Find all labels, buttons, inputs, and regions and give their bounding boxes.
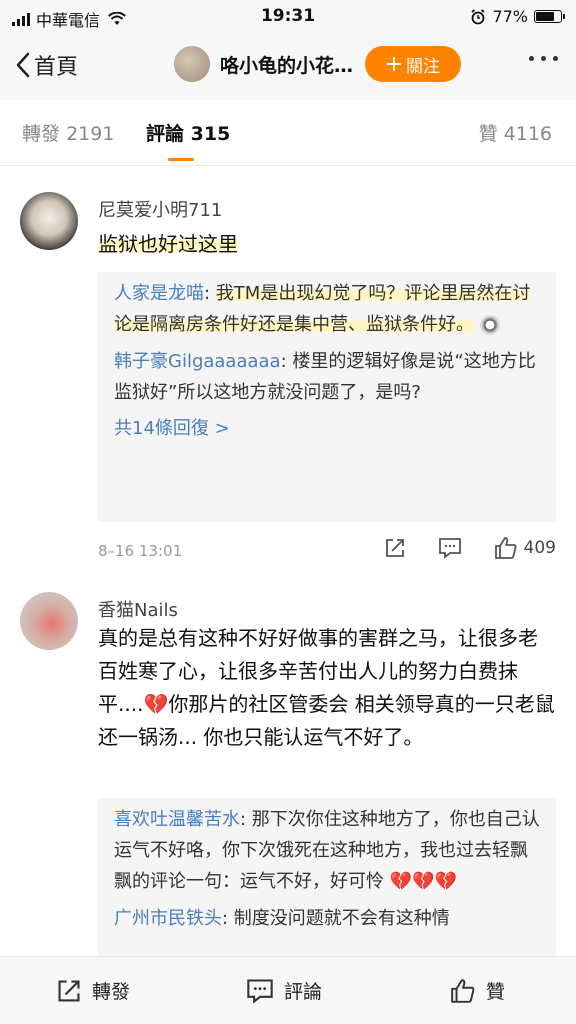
comment-item: 尼莫爱小明711 监狱也好过这里 人家是龙喵: 我TM是出现幻觉了吗？评论里居然…: [0, 166, 576, 580]
tab-comments[interactable]: 評論 315: [146, 119, 230, 146]
like-count: 409: [523, 538, 556, 558]
dot-icon: [529, 56, 534, 61]
broken-heart-icon: 💔: [143, 692, 169, 716]
reply-item: 人家是龙喵: 我TM是出现幻觉了吗？评论里居然在讨论是隔离房条件好还是集中营、监…: [114, 283, 531, 335]
chevron-left-icon: [16, 52, 30, 78]
repost-comment-button[interactable]: [384, 537, 406, 559]
comment-text: 真的是总有这种不好好做事的害群之马，让很多老百姓寒了心，让很多辛苦付出人儿的努力…: [98, 622, 556, 754]
tab-label: 評論: [146, 123, 185, 145]
comment-time: 8–16 13:01: [98, 542, 183, 560]
tab-count: 315: [190, 123, 231, 145]
more-replies-link[interactable]: 共14條回復 >: [114, 414, 540, 444]
reply-text: 制度没问题就不会有这种情: [233, 908, 450, 929]
reply-item: 韩子豪Gilgaaaaaaa: 楼里的逻辑好像是说“这地方比监狱好”所以这地方就…: [114, 351, 536, 403]
dot-icon: [541, 56, 546, 61]
repost-label: 轉發: [92, 981, 131, 1003]
tab-label: 贊: [478, 123, 498, 145]
nav-center: 咯小龟的小花… 關注: [174, 46, 462, 82]
reply-item: 广州市民铁头: 制度没问题就不会有这种情: [114, 908, 450, 929]
thumbs-up-icon: [494, 537, 517, 559]
repost-button[interactable]: 轉發: [56, 977, 130, 1004]
nav-bar: 首頁 咯小龟的小花… 關注: [0, 34, 576, 100]
comment-icon: [438, 538, 461, 559]
follow-button[interactable]: 關注: [365, 46, 462, 82]
battery-icon: [534, 10, 565, 23]
reply-username[interactable]: 韩子豪Gilgaaaaaaa: [114, 351, 281, 372]
reply-username[interactable]: 喜欢吐温馨苦水: [114, 809, 240, 830]
reply-box[interactable]: 人家是龙喵: 我TM是出现幻觉了吗？评论里居然在讨论是隔离房条件好还是集中营、监…: [98, 272, 556, 522]
comment-icon: [247, 978, 273, 1004]
status-bar: 中華電信 19:31 77%: [0, 0, 576, 34]
like-comment-button[interactable]: 409: [494, 536, 556, 560]
like-label: 贊: [486, 981, 506, 1003]
reply-comment-button[interactable]: [438, 537, 462, 559]
share-icon: [385, 539, 404, 557]
comment-username[interactable]: 香猫Nails: [98, 596, 178, 622]
avatar[interactable]: [20, 192, 78, 250]
avatar[interactable]: [20, 592, 78, 650]
tab-likes[interactable]: 贊 4116: [479, 119, 552, 146]
broken-heart-icon: 💔💔💔: [389, 871, 457, 892]
comment-actions: 409: [352, 536, 556, 560]
like-button[interactable]: 贊: [450, 977, 505, 1004]
comment-text-content: 监狱也好过这里: [98, 232, 238, 256]
comment-text: 监狱也好过这里: [98, 228, 556, 261]
alarm-icon: [471, 8, 485, 24]
battery-percent: 77%: [492, 7, 528, 26]
comment-label: 評論: [284, 981, 323, 1003]
active-tab-indicator: [168, 158, 194, 161]
comment-button[interactable]: 評論: [246, 977, 322, 1004]
reply-item: 喜欢吐温馨苦水: 那下次你住这种地方了，你也自己认运气不好咯，你下次饿死在这种地…: [114, 809, 540, 892]
author-avatar[interactable]: [174, 46, 210, 82]
emoji-icon: [479, 315, 500, 335]
reply-box[interactable]: 喜欢吐温馨苦水: 那下次你住这种地方了，你也自己认运气不好咯，你下次饿死在这种地…: [98, 798, 556, 956]
plus-icon: [387, 57, 402, 71]
share-icon: [58, 979, 80, 1002]
reply-username[interactable]: 人家是龙喵: [114, 283, 204, 304]
tab-count: 2191: [66, 123, 115, 145]
tab-bar: 轉發 2191 評論 315 贊 4116: [0, 100, 576, 166]
reply-username[interactable]: 广州市民铁头: [114, 908, 222, 929]
comment-item: 香猫Nails 真的是总有这种不好好做事的害群之马，让很多老百姓寒了心，让很多辛…: [0, 580, 576, 956]
thumbs-up-icon: [451, 978, 475, 1003]
nav-title[interactable]: 咯小龟的小花…: [220, 51, 353, 78]
follow-label: 關注: [406, 56, 441, 77]
tab-label: 轉發: [22, 123, 61, 145]
comment-username[interactable]: 尼莫爱小明711: [98, 196, 222, 222]
back-label: 首頁: [34, 55, 79, 80]
tab-reposts[interactable]: 轉發 2191: [22, 119, 114, 146]
dot-icon: [553, 56, 558, 61]
back-button[interactable]: 首頁: [16, 49, 78, 81]
bottom-action-bar: 轉發 評論 贊: [0, 956, 576, 1024]
more-options-button[interactable]: [529, 56, 558, 61]
status-right: 77%: [470, 7, 565, 26]
tab-count: 4116: [503, 123, 552, 145]
